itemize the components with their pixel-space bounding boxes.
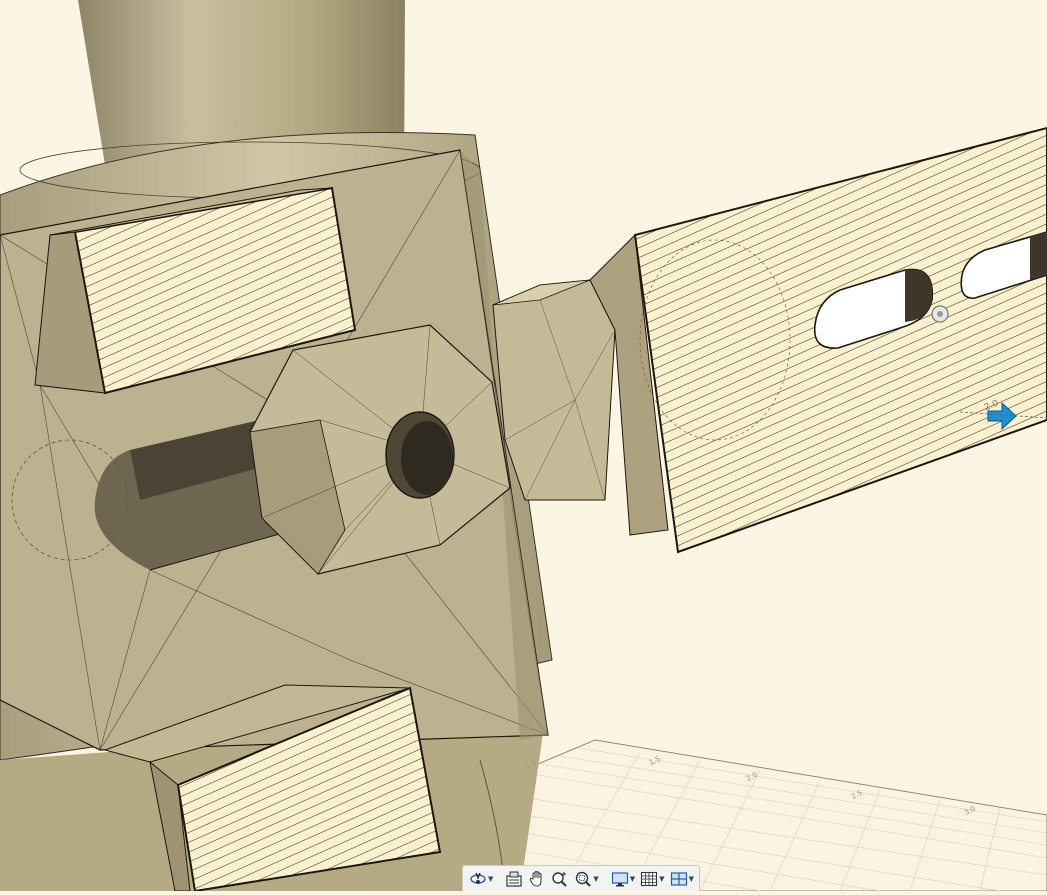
fit-button[interactable]: ▼: [572, 868, 600, 890]
chevron-down-icon[interactable]: ▼: [689, 875, 694, 883]
fit-icon: [574, 870, 592, 888]
pan-button[interactable]: [526, 868, 548, 890]
look-at-button[interactable]: [503, 868, 525, 890]
look-at-icon: [505, 870, 523, 888]
zoom-button[interactable]: [549, 868, 571, 890]
slotted-bar[interactable]: [633, 126, 1047, 554]
navigation-toolbar: ▼ ▼ ▼ ▼ ▼: [462, 865, 700, 891]
orbit-icon: [469, 870, 487, 888]
grid-settings-button[interactable]: ▼: [638, 868, 666, 890]
display-settings-icon: [611, 870, 629, 888]
viewports-icon: [670, 870, 688, 888]
chevron-down-icon[interactable]: ▼: [659, 875, 664, 883]
pan-icon: [528, 870, 546, 888]
chevron-down-icon[interactable]: ▼: [488, 875, 493, 883]
viewports-button[interactable]: ▼: [668, 868, 696, 890]
chevron-down-icon[interactable]: ▼: [630, 875, 635, 883]
grid-icon: [640, 870, 658, 888]
manipulator-point[interactable]: [931, 305, 949, 323]
display-settings-button[interactable]: ▼: [609, 868, 637, 890]
3d-viewport[interactable]: 2.0 1.0 1.5 2.0 2.5 3.0: [0, 0, 1047, 893]
zoom-icon: [551, 870, 569, 888]
orbit-button[interactable]: ▼: [467, 868, 495, 890]
chevron-down-icon[interactable]: ▼: [593, 875, 598, 883]
